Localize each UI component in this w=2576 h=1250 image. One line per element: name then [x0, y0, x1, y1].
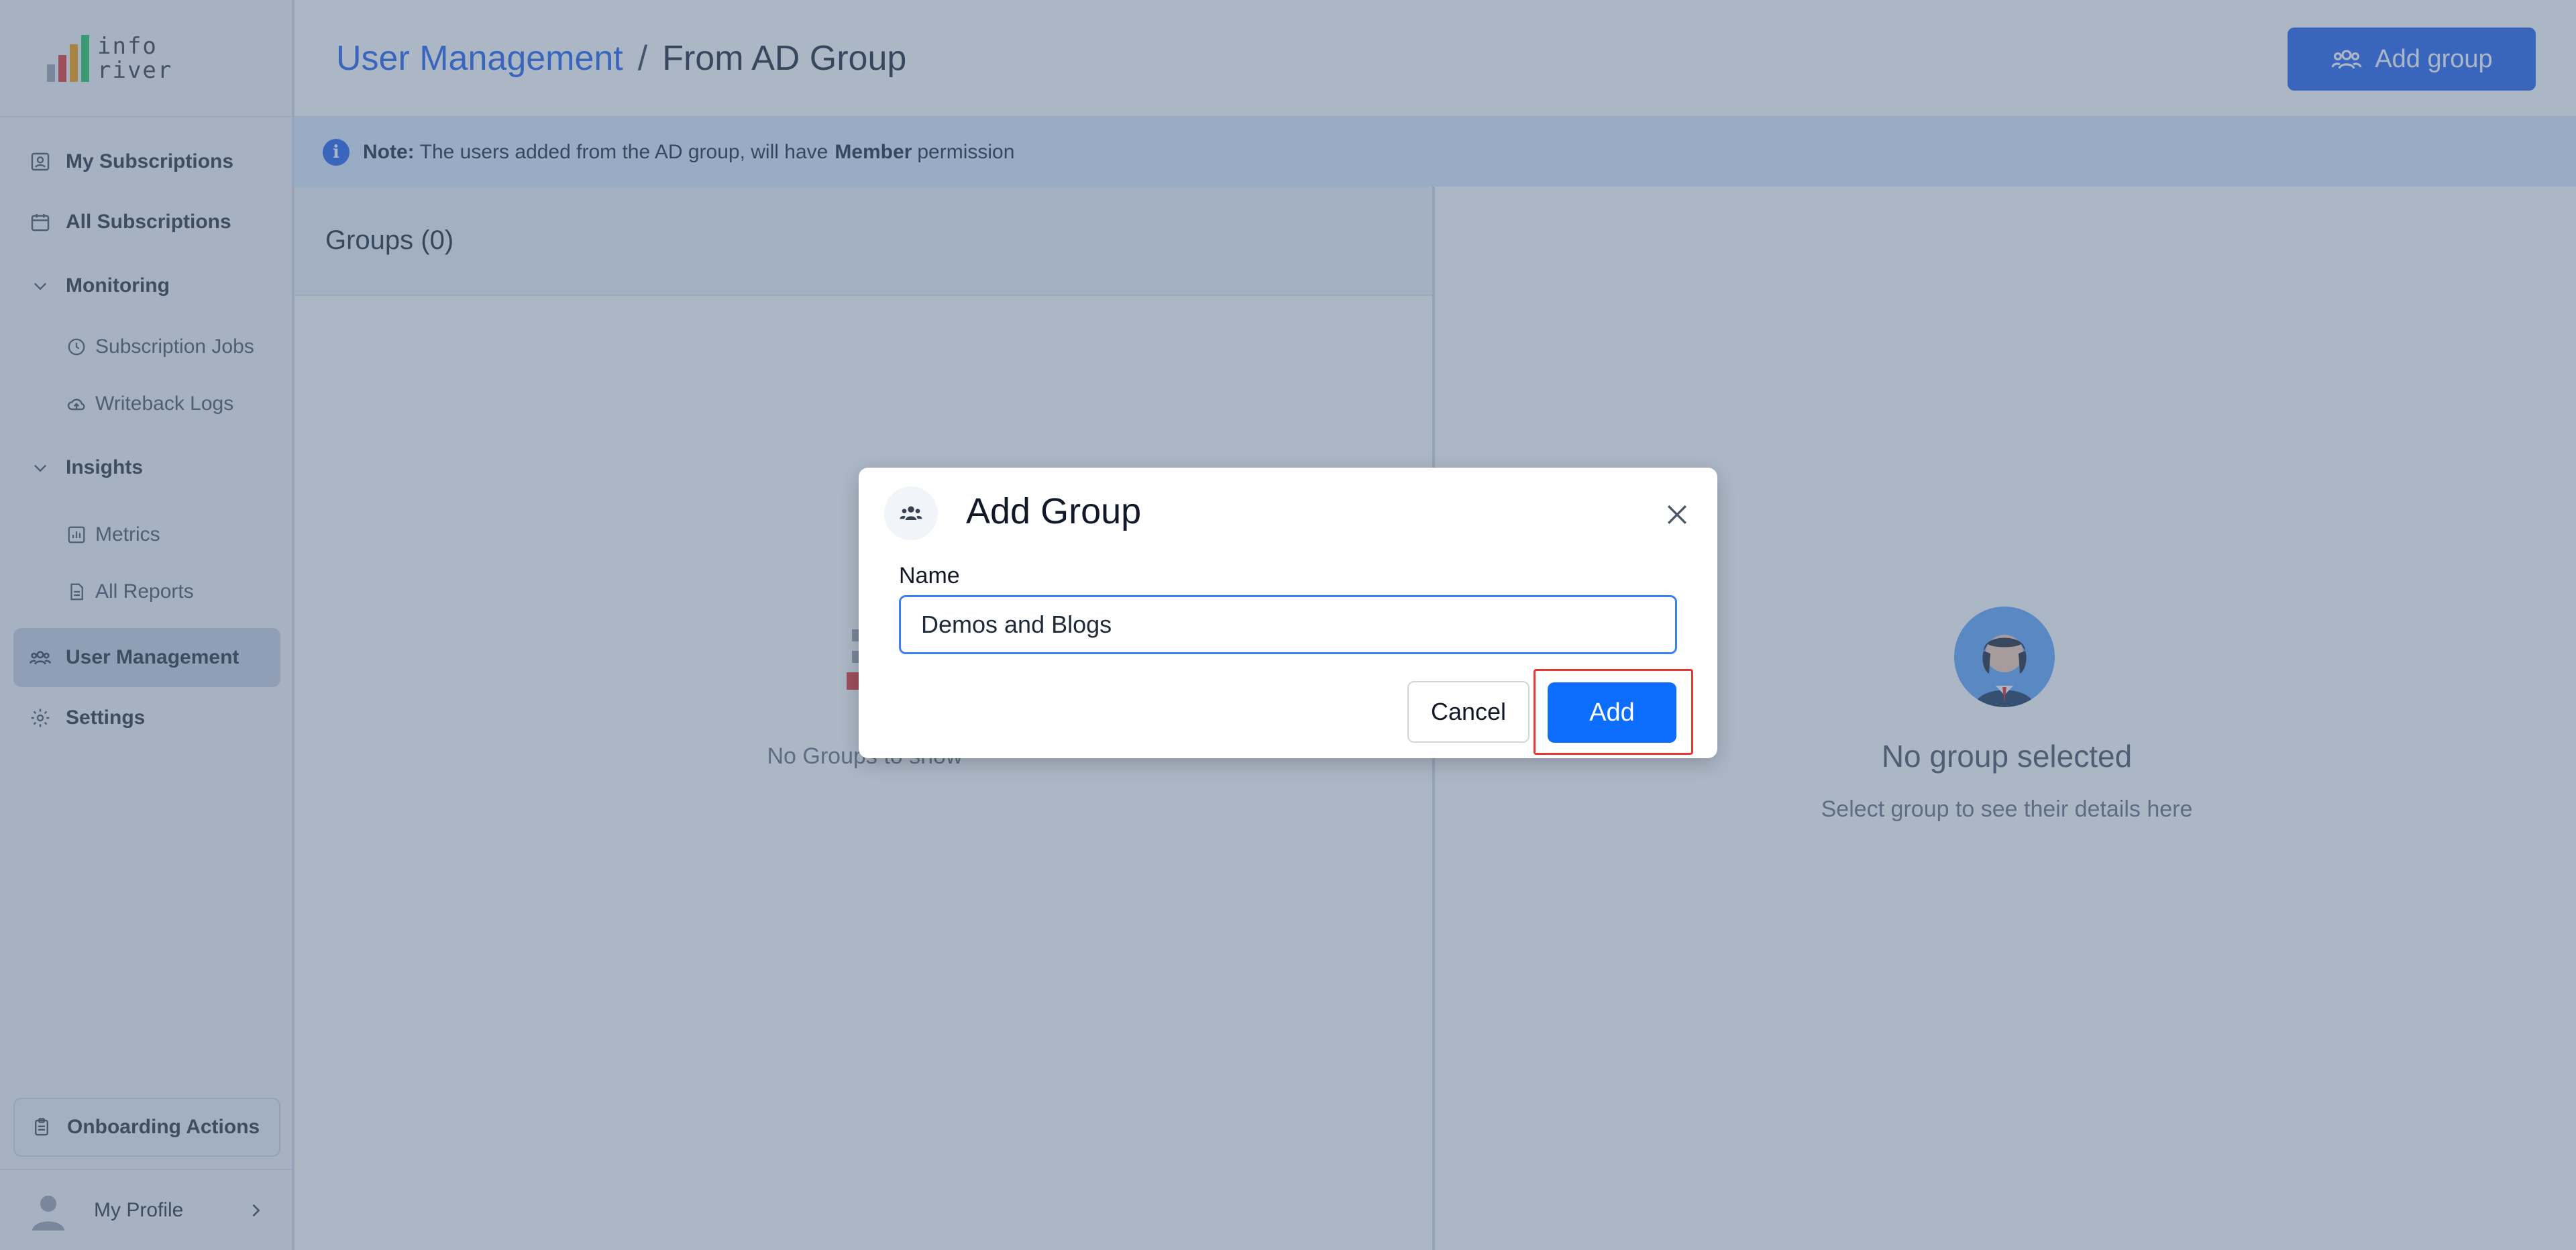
name-field-label: Name — [899, 563, 960, 588]
group-name-input[interactable] — [899, 595, 1677, 654]
dialog-title: Add Group — [966, 491, 1142, 531]
close-icon[interactable] — [1657, 494, 1697, 535]
users-icon — [884, 486, 938, 540]
add-group-dialog: Add Group Name Cancel Add — [859, 468, 1717, 758]
add-button[interactable]: Add — [1548, 682, 1676, 743]
cancel-button[interactable]: Cancel — [1407, 681, 1529, 743]
app-root: info river My Subscriptions All Subscrip… — [0, 0, 2576, 1250]
